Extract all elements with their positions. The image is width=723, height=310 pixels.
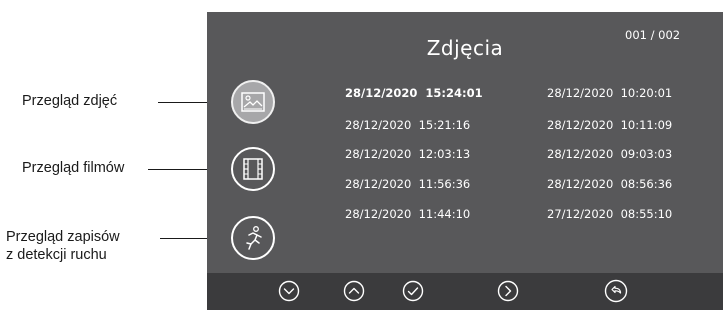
film-icon xyxy=(242,157,264,181)
photo-icon xyxy=(241,92,265,112)
list-item[interactable]: 28/12/2020 15:24:01 xyxy=(345,86,483,100)
device-screen: Zdjęcia 001 / 002 28/12/2020 15:24:01 28… xyxy=(207,12,723,310)
annotation-videos-review: Przegląd filmów xyxy=(22,160,125,176)
sidebar-item-videos[interactable] xyxy=(231,147,275,191)
up-button[interactable] xyxy=(342,279,366,303)
bottom-toolbar xyxy=(207,273,723,310)
annotation-photos-review: Przegląd zdjęć xyxy=(22,93,118,109)
list-item[interactable]: 28/12/2020 10:11:09 xyxy=(547,118,672,132)
down-button[interactable] xyxy=(277,279,301,303)
chevron-right-icon xyxy=(497,280,519,302)
list-item[interactable]: 28/12/2020 09:03:03 xyxy=(547,147,672,161)
list-item[interactable]: 28/12/2020 10:20:01 xyxy=(547,86,672,100)
list-item[interactable]: 27/12/2020 08:55:10 xyxy=(547,207,672,221)
sidebar-item-photos[interactable] xyxy=(231,80,275,124)
list-item[interactable]: 28/12/2020 15:21:16 xyxy=(345,118,470,132)
running-man-icon xyxy=(241,225,265,251)
chevron-up-icon xyxy=(343,280,365,302)
next-button[interactable] xyxy=(496,279,520,303)
back-button[interactable] xyxy=(604,279,628,303)
list-item[interactable]: 28/12/2020 11:44:10 xyxy=(345,207,470,221)
return-icon xyxy=(604,279,628,303)
sidebar-item-motion[interactable] xyxy=(231,216,275,260)
list-item[interactable]: 28/12/2020 12:03:13 xyxy=(345,147,470,161)
list-item[interactable]: 28/12/2020 08:56:36 xyxy=(547,177,672,191)
list-item[interactable]: 28/12/2020 11:56:36 xyxy=(345,177,470,191)
annotation-motion-review-line2: z detekcji ruchu xyxy=(6,247,107,263)
annotation-motion-review-line1: Przegląd zapisów xyxy=(6,229,120,245)
chevron-down-icon xyxy=(278,280,300,302)
page-indicator: 001 / 002 xyxy=(625,28,681,42)
confirm-button[interactable] xyxy=(401,279,425,303)
checkmark-icon xyxy=(402,280,424,302)
